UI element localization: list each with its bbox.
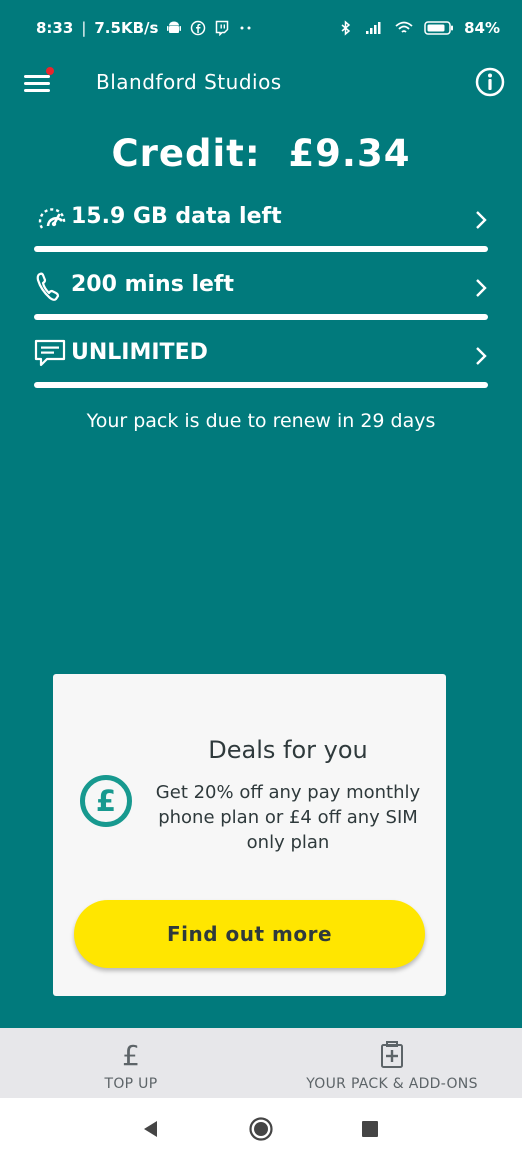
credit-label: Credit:	[111, 132, 261, 175]
sim-pack-icon	[381, 1041, 403, 1068]
texts-allowance-label: UNLIMITED	[71, 340, 208, 365]
credit-amount: £9.34	[288, 132, 411, 175]
status-right: 84%	[338, 19, 500, 37]
status-bar: 8:33 | 7.5KB/s 84%	[0, 0, 522, 58]
minutes-allowance-row[interactable]: 200 mins left	[34, 266, 488, 326]
texts-progress-bar	[34, 382, 488, 388]
battery-percent: 84%	[464, 19, 500, 37]
twitch-icon	[216, 20, 229, 36]
status-divider: |	[81, 19, 87, 37]
svg-text:£: £	[122, 1040, 140, 1070]
chevron-right-icon	[476, 279, 487, 297]
info-button[interactable]	[475, 67, 505, 97]
deals-title: Deals for you	[208, 736, 368, 764]
bottom-nav: £ TOP UP YOUR PACK & ADD-ONS	[0, 1028, 522, 1098]
nav-top-up-label: TOP UP	[104, 1076, 158, 1092]
status-left: 8:33 | 7.5KB/s	[36, 19, 254, 37]
phone-icon	[36, 272, 60, 301]
nav-your-pack[interactable]: YOUR PACK & ADD-ONS	[292, 1028, 492, 1098]
system-nav-bar	[0, 1098, 522, 1160]
pound-coin-icon: £	[80, 775, 132, 827]
more-dots-icon	[240, 26, 251, 30]
pound-icon: £	[122, 1040, 140, 1070]
deals-description: Get 20% off any pay monthly phone plan o…	[155, 782, 421, 853]
wifi-icon	[395, 21, 413, 33]
recents-icon[interactable]	[357, 1116, 383, 1142]
bluetooth-icon	[341, 20, 351, 36]
signal-icon	[366, 22, 381, 34]
facebook-icon	[191, 20, 206, 36]
svg-text:£: £	[96, 784, 116, 818]
texts-allowance-row[interactable]: UNLIMITED	[34, 334, 488, 394]
find-out-more-button[interactable]: Find out more	[74, 900, 425, 968]
speedometer-icon	[38, 208, 66, 229]
minutes-progress-bar	[34, 314, 488, 320]
chevron-right-icon	[476, 347, 487, 365]
app-header: Blandford Studios	[0, 58, 522, 108]
minutes-allowance-label: 200 mins left	[71, 272, 235, 297]
data-progress-bar	[34, 246, 488, 252]
status-time: 8:33	[36, 19, 74, 37]
credit-balance: Credit: £9.34	[0, 132, 522, 175]
nav-top-up[interactable]: £ TOP UP	[70, 1028, 192, 1098]
notification-dot	[46, 67, 54, 75]
back-icon[interactable]	[138, 1116, 164, 1142]
info-icon	[475, 67, 505, 97]
data-allowance-label: 15.9 GB data left	[71, 204, 282, 229]
deals-card: £ Deals for you Get 20% off any pay mont…	[53, 674, 446, 996]
android-icon	[167, 21, 182, 33]
status-network-speed: 7.5KB/s	[94, 19, 159, 37]
nav-your-pack-label: YOUR PACK & ADD-ONS	[306, 1076, 478, 1092]
page-title: Blandford Studios	[96, 70, 282, 94]
renewal-notice: Your pack is due to renew in 29 days	[86, 410, 436, 432]
chevron-right-icon	[476, 211, 487, 229]
home-icon[interactable]	[248, 1116, 274, 1142]
menu-button[interactable]	[24, 67, 54, 96]
battery-icon	[424, 21, 454, 35]
message-icon	[34, 339, 66, 367]
data-allowance-row[interactable]: 15.9 GB data left	[34, 198, 488, 258]
